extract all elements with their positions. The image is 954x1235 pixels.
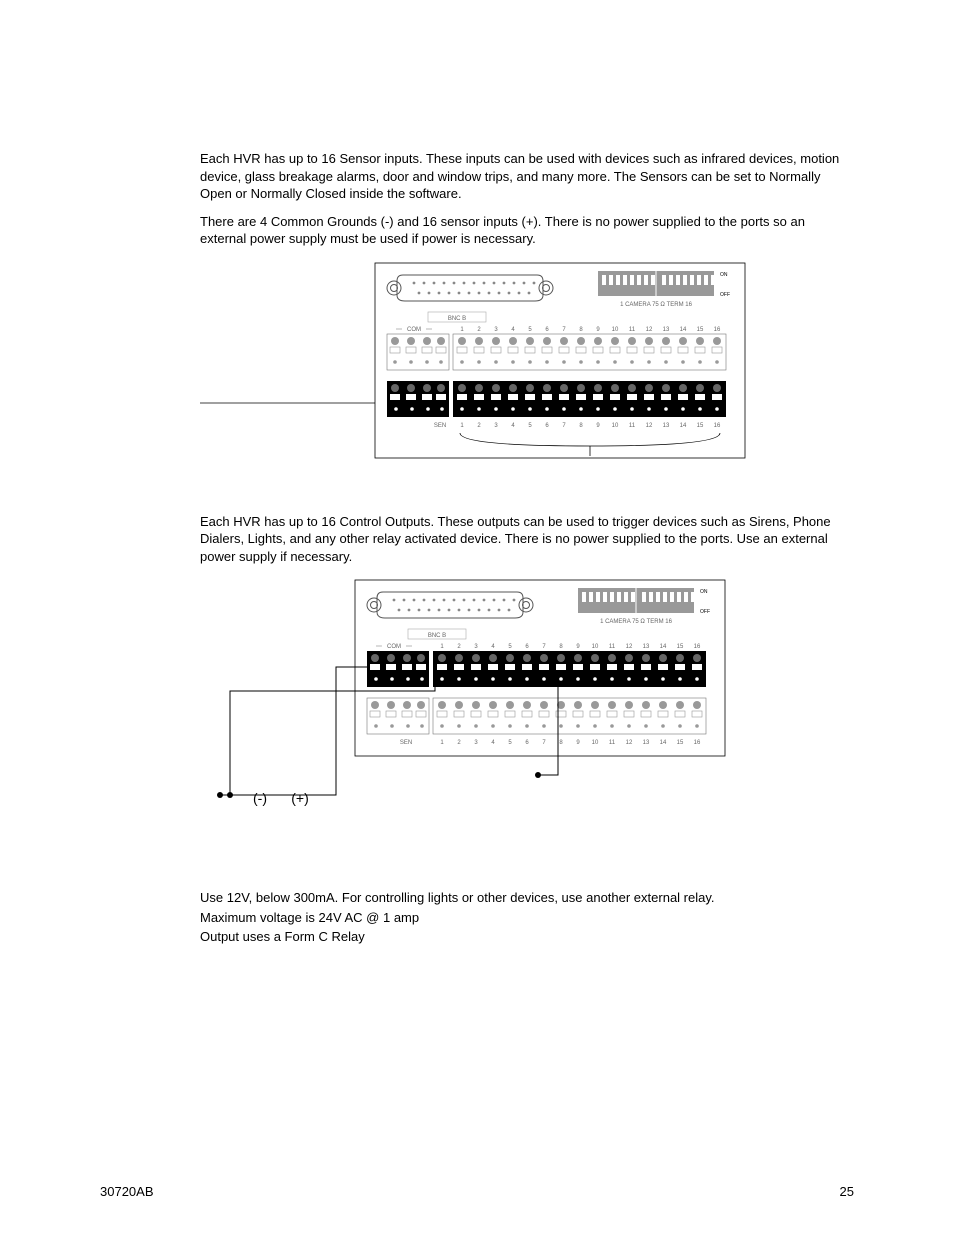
polarity-minus: (-)	[253, 790, 267, 806]
svg-text:8: 8	[559, 740, 563, 746]
svg-text:14: 14	[660, 644, 667, 650]
svg-text:8: 8	[579, 327, 583, 333]
svg-text:SEN: SEN	[400, 740, 412, 746]
svg-text:2: 2	[457, 740, 461, 746]
svg-text:5: 5	[508, 740, 512, 746]
port-numbers-bottom: 12345678910111213141516	[460, 423, 721, 429]
svg-text:11: 11	[629, 327, 636, 333]
svg-text:7: 7	[542, 740, 546, 746]
polarity-plus: (+)	[291, 790, 309, 806]
svg-text:1 CAMERA 75 Ω TERM 16: 1 CAMERA 75 Ω TERM 16	[600, 619, 673, 625]
svg-text:14: 14	[680, 327, 687, 333]
svg-text:2: 2	[477, 327, 481, 333]
on-label: ON	[720, 272, 728, 278]
terminal-strip-bottom	[387, 381, 726, 417]
svg-text:16: 16	[714, 423, 721, 429]
svg-text:4: 4	[511, 423, 515, 429]
svg-text:3: 3	[474, 644, 478, 650]
svg-text:6: 6	[525, 740, 529, 746]
note-relay-type: Output uses a Form C Relay	[200, 927, 854, 947]
svg-text:1: 1	[460, 423, 464, 429]
svg-text:10: 10	[592, 740, 599, 746]
svg-text:7: 7	[542, 644, 546, 650]
svg-text:9: 9	[596, 327, 600, 333]
svg-text:6: 6	[545, 423, 549, 429]
svg-text:8: 8	[559, 644, 563, 650]
svg-text:9: 9	[576, 740, 580, 746]
svg-text:4: 4	[491, 740, 495, 746]
svg-text:7: 7	[562, 327, 566, 333]
bnc-b-label: BNC B	[448, 316, 466, 322]
svg-text:1: 1	[460, 327, 464, 333]
svg-text:13: 13	[643, 644, 650, 650]
svg-text:16: 16	[714, 327, 721, 333]
svg-text:10: 10	[612, 327, 619, 333]
svg-text:5: 5	[528, 327, 532, 333]
svg-text:COM: COM	[387, 644, 401, 650]
svg-text:BNC B: BNC B	[428, 633, 446, 639]
svg-text:7: 7	[562, 423, 566, 429]
svg-text:13: 13	[663, 327, 670, 333]
notes: Use 12V, below 300mA. For controlling li…	[200, 888, 854, 947]
paragraph-common-grounds: There are 4 Common Grounds (-) and 16 se…	[200, 213, 854, 248]
svg-text:15: 15	[677, 740, 684, 746]
svg-text:8: 8	[579, 423, 583, 429]
svg-text:9: 9	[576, 644, 580, 650]
svg-text:12: 12	[646, 423, 653, 429]
svg-text:15: 15	[697, 327, 704, 333]
svg-text:11: 11	[609, 740, 616, 746]
svg-text:15: 15	[697, 423, 704, 429]
paragraph-control-outputs: Each HVR has up to 16 Control Outputs. T…	[200, 513, 854, 566]
svg-text:1: 1	[440, 644, 444, 650]
svg-text:6: 6	[545, 327, 549, 333]
svg-text:5: 5	[508, 644, 512, 650]
diagram-control-outputs: ON OFF 1 CAMERA 75 Ω TERM 16 BNC B COM 1…	[200, 575, 854, 840]
svg-text:14: 14	[680, 423, 687, 429]
svg-text:4: 4	[491, 644, 495, 650]
svg-text:3: 3	[494, 327, 498, 333]
svg-text:14: 14	[660, 740, 667, 746]
svg-text:6: 6	[525, 644, 529, 650]
svg-text:2: 2	[477, 423, 481, 429]
svg-text:3: 3	[474, 740, 478, 746]
port-numbers-top: 12345678910111213141516	[460, 327, 721, 333]
svg-text:3: 3	[494, 423, 498, 429]
db-connector	[387, 275, 553, 301]
svg-text:10: 10	[592, 644, 599, 650]
svg-text:13: 13	[643, 740, 650, 746]
svg-text:12: 12	[646, 327, 653, 333]
paragraph-sensor-inputs: Each HVR has up to 16 Sensor inputs. The…	[200, 150, 854, 203]
page: Each HVR has up to 16 Sensor inputs. The…	[0, 0, 954, 1235]
svg-text:13: 13	[663, 423, 670, 429]
page-number: 25	[840, 1184, 854, 1199]
svg-text:12: 12	[626, 644, 633, 650]
note-max-voltage: Maximum voltage is 24V AC @ 1 amp	[200, 908, 854, 928]
sen-label: SEN	[434, 423, 446, 429]
svg-text:15: 15	[677, 644, 684, 650]
svg-text:2: 2	[457, 644, 461, 650]
svg-text:16: 16	[694, 644, 701, 650]
svg-text:OFF: OFF	[700, 609, 710, 615]
svg-text:1: 1	[440, 740, 444, 746]
svg-text:16: 16	[694, 740, 701, 746]
camera-term-label: 1 CAMERA 75 Ω TERM 16	[620, 302, 693, 308]
svg-text:9: 9	[596, 423, 600, 429]
diagram-sensor-inputs: ON OFF 1 CAMERA 75 Ω TERM 16 BNC B COM 1…	[200, 258, 854, 483]
off-label: OFF	[720, 292, 730, 298]
note-voltage-current: Use 12V, below 300mA. For controlling li…	[200, 888, 854, 908]
com-label: COM	[407, 327, 421, 333]
svg-text:12: 12	[626, 740, 633, 746]
svg-text:5: 5	[528, 423, 532, 429]
svg-text:ON: ON	[700, 589, 708, 595]
terminal-strip-top	[387, 334, 726, 370]
svg-text:10: 10	[612, 423, 619, 429]
footer: 30720AB 25	[100, 1184, 854, 1199]
doc-id: 30720AB	[100, 1184, 154, 1199]
svg-text:4: 4	[511, 327, 515, 333]
svg-text:11: 11	[609, 644, 616, 650]
svg-text:11: 11	[629, 423, 636, 429]
dip-switch: ON OFF 1 CAMERA 75 Ω TERM 16	[598, 271, 730, 308]
